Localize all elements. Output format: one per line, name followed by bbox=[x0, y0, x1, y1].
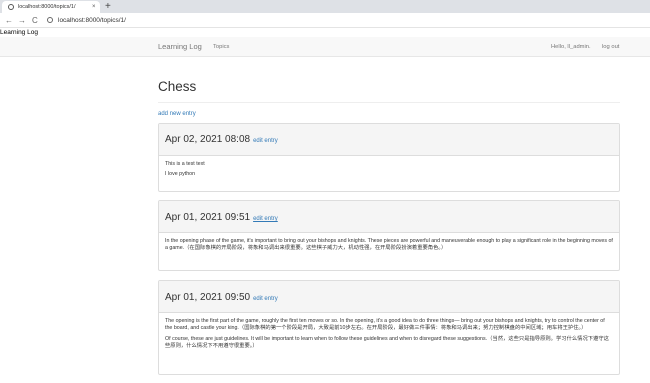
site-navbar: Learning Log Topics Hello, ll_admin. log… bbox=[0, 37, 650, 57]
entry-panel: Apr 01, 2021 09:50 edit entry The opening… bbox=[158, 280, 620, 375]
entry-date: Apr 02, 2021 08:08 bbox=[165, 134, 251, 145]
entry-heading: Apr 01, 2021 09:51 edit entry bbox=[159, 201, 619, 233]
browser-tab[interactable]: localhost:8000/topics/1/ × bbox=[2, 1, 100, 13]
entry-body: In the opening phase of the game, it's i… bbox=[159, 233, 619, 261]
entry-text: Of course, these are just guidelines. It… bbox=[165, 335, 609, 350]
logout-link[interactable]: log out bbox=[602, 37, 619, 57]
entry-heading: Apr 01, 2021 09:50 edit entry bbox=[159, 281, 619, 313]
new-tab-button[interactable]: + bbox=[105, 0, 111, 13]
edit-entry-link[interactable]: edit entry bbox=[253, 138, 278, 144]
entry-text: I love python bbox=[165, 171, 196, 178]
entry-body: This is a test text I love python bbox=[159, 156, 619, 187]
topic-title: Chess bbox=[158, 79, 197, 94]
address-bar: ← → C localhost:8000/topics/1/ bbox=[0, 13, 650, 28]
divider bbox=[158, 102, 620, 103]
entry-heading: Apr 02, 2021 08:08 edit entry bbox=[159, 124, 619, 156]
reload-button[interactable]: C bbox=[32, 13, 38, 28]
tab-close-icon[interactable]: × bbox=[92, 1, 96, 13]
forward-button[interactable]: → bbox=[18, 13, 26, 28]
entry-body: The opening is the first part of the gam… bbox=[159, 313, 619, 359]
back-button[interactable]: ← bbox=[5, 13, 13, 28]
brand-link[interactable]: Learning Log bbox=[158, 37, 202, 57]
entry-panel: Apr 02, 2021 08:08 edit entry This is a t… bbox=[158, 123, 620, 192]
tab-title: localhost:8000/topics/1/ bbox=[18, 4, 76, 10]
url-field[interactable]: localhost:8000/topics/1/ bbox=[58, 13, 126, 28]
info-icon[interactable] bbox=[47, 17, 53, 23]
entry-text: The opening is the first part of the gam… bbox=[165, 318, 605, 332]
edit-entry-link[interactable]: edit entry bbox=[253, 296, 278, 302]
topics-link[interactable]: Topics bbox=[213, 37, 229, 57]
browser-tab-bar: localhost:8000/topics/1/ × + bbox=[0, 0, 650, 13]
entry-text: In the opening phase of the game, it's i… bbox=[165, 238, 613, 252]
entry-panel: Apr 01, 2021 09:51 edit entry In the open… bbox=[158, 200, 620, 271]
entry-date: Apr 01, 2021 09:51 bbox=[165, 212, 251, 223]
greeting-text: Hello, ll_admin. bbox=[551, 44, 591, 50]
entry-date: Apr 01, 2021 09:50 bbox=[165, 292, 251, 303]
add-entry-link[interactable]: add new entry bbox=[158, 111, 196, 117]
page-title-text: Learning Log bbox=[0, 29, 38, 36]
edit-entry-link[interactable]: edit entry bbox=[253, 216, 278, 222]
entry-text: This is a test text bbox=[165, 161, 205, 167]
globe-icon bbox=[8, 4, 14, 10]
